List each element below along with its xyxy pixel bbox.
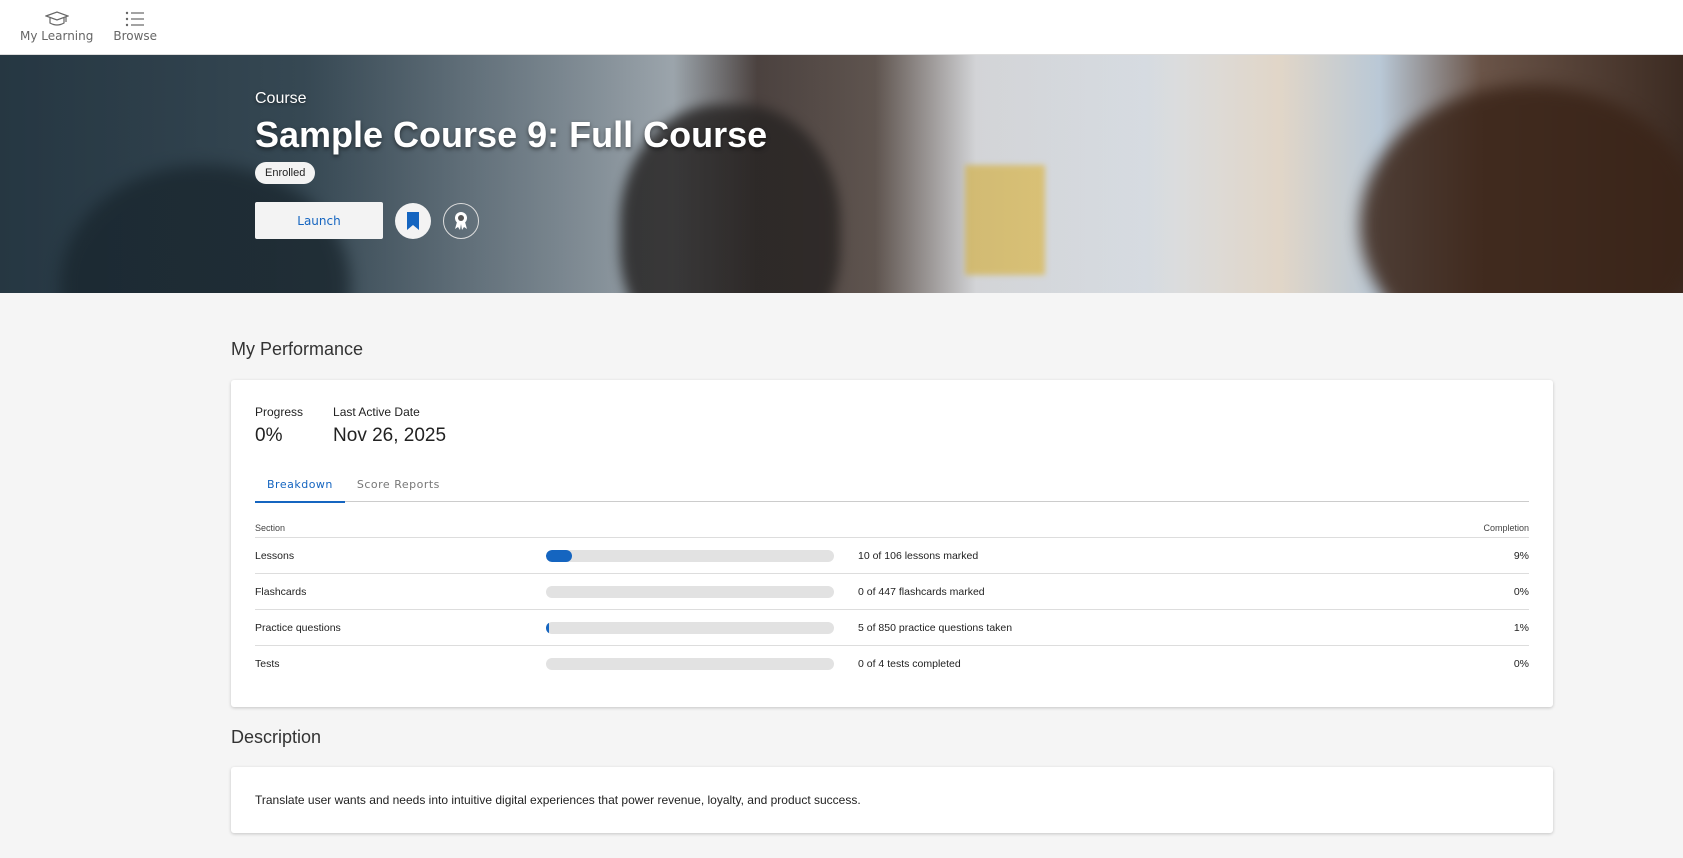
section-name: Lessons: [255, 549, 295, 562]
progress-fill: [546, 549, 572, 562]
status-badge: Enrolled: [255, 162, 316, 184]
progress-fill: [546, 621, 549, 634]
tab-score-reports[interactable]: Score Reports: [345, 472, 452, 501]
section-name: Tests: [255, 658, 280, 670]
performance-heading: My Performance: [231, 339, 364, 359]
breakdown-table: Section Completion Lessons 10 of 106 less…: [255, 523, 1529, 682]
performance-tabs: Breakdown Score Reports: [255, 472, 1529, 503]
nav-browse[interactable]: Browse: [103, 0, 167, 54]
bookmark-icon: [407, 211, 419, 230]
table-row: Lessons 10 of 106 lessons marked 9%: [255, 538, 1529, 574]
list-icon: [126, 11, 145, 27]
top-nav: My Learning Browse: [0, 0, 1683, 55]
description-card: Translate user wants and needs into intu…: [231, 767, 1553, 833]
completion-percent: 1%: [1513, 621, 1529, 634]
graduation-cap-icon: [44, 11, 69, 26]
table-row: Flashcards 0 of 447 flashcards marked 0%: [255, 574, 1529, 610]
column-header-completion: Completion: [1483, 523, 1529, 533]
progress-label: Progress: [255, 405, 304, 419]
section-name: Practice questions: [255, 621, 341, 634]
nav-label: Browse: [113, 29, 158, 43]
course-hero: Course Sample Course 9: Full Course Enro…: [0, 55, 1683, 293]
performance-card: Progress 0% Last Active Date Nov 26, 2025 …: [231, 380, 1553, 707]
section-detail: 10 of 106 lessons marked: [858, 549, 979, 562]
section-detail: 5 of 850 practice questions taken: [858, 621, 1013, 634]
completion-percent: 0%: [1513, 585, 1529, 598]
column-header-section: Section: [255, 523, 286, 533]
page-title: Sample Course 9: Full Course: [255, 114, 768, 155]
progress-bar: [546, 658, 834, 670]
section-detail: 0 of 4 tests completed: [858, 658, 961, 670]
progress-bar: [546, 549, 834, 562]
table-row: Tests 0 of 4 tests completed 0%: [255, 646, 1529, 682]
nav-my-learning[interactable]: My Learning: [10, 0, 103, 54]
bookmark-button[interactable]: [395, 202, 431, 239]
description-heading: Description: [231, 727, 322, 747]
award-icon: [455, 211, 467, 230]
launch-button[interactable]: Launch: [255, 202, 383, 239]
section-detail: 0 of 447 flashcards marked: [858, 585, 985, 598]
last-active-value: Nov 26, 2025: [333, 425, 447, 446]
completion-percent: 0%: [1513, 658, 1529, 670]
description-text: Translate user wants and needs into intu…: [255, 793, 861, 807]
certificate-button[interactable]: [443, 202, 479, 239]
course-type: Course: [255, 90, 307, 107]
progress-bar: [546, 621, 834, 634]
progress-bar: [546, 585, 834, 598]
completion-percent: 9%: [1513, 549, 1529, 562]
section-name: Flashcards: [255, 585, 307, 598]
nav-label: My Learning: [20, 29, 94, 43]
last-active-label: Last Active Date: [333, 405, 420, 419]
tab-breakdown[interactable]: Breakdown: [255, 472, 345, 503]
progress-value: 0%: [255, 425, 283, 446]
table-row: Practice questions 5 of 850 practice que…: [255, 610, 1529, 646]
